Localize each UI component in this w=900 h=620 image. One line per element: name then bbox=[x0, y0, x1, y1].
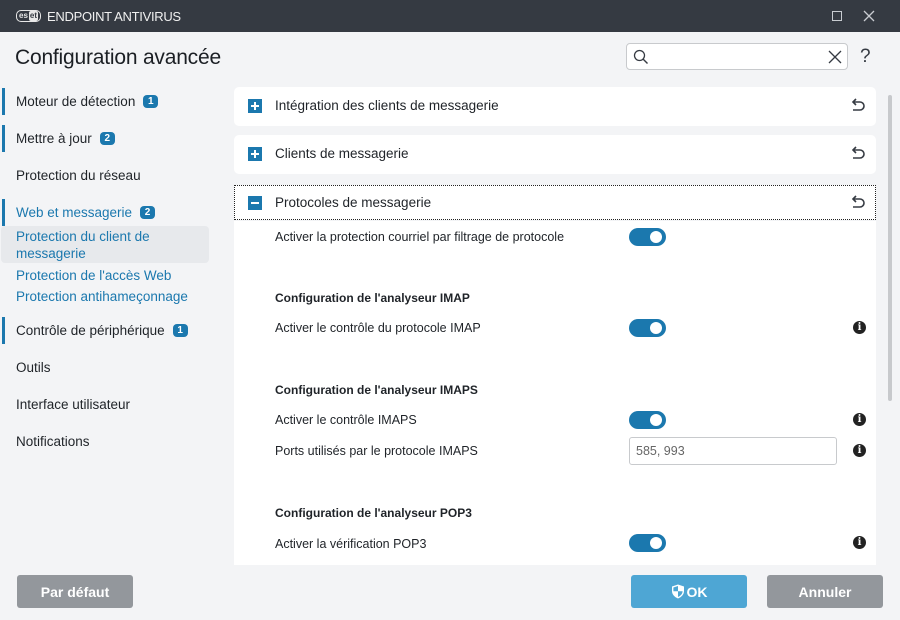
expand-icon bbox=[248, 99, 262, 113]
sidebar-item-network-protection[interactable]: Protection du réseau bbox=[0, 162, 215, 189]
info-icon[interactable]: i bbox=[853, 321, 866, 334]
default-button-label: Par défaut bbox=[40, 583, 110, 600]
email-protocols-panel: Activer la protection courriel par filtr… bbox=[234, 221, 876, 565]
section-label: Protocoles de messagerie bbox=[275, 195, 432, 210]
sidebar-item-detection-engine[interactable]: Moteur de détection 1 bbox=[0, 88, 215, 115]
sidebar-item-label: Contrôle de périphérique bbox=[16, 323, 165, 338]
shield-icon bbox=[671, 584, 684, 599]
sidebar-item-tools[interactable]: Outils bbox=[0, 354, 215, 381]
sidebar-item-label: Web et messagerie bbox=[16, 205, 133, 220]
setting-label: Activer le contrôle du protocole IMAP bbox=[275, 321, 481, 335]
sidebar-item-label: Protection du réseau bbox=[16, 168, 141, 183]
sidebar-item-label: Moteur de détection bbox=[16, 94, 136, 109]
close-icon bbox=[863, 10, 875, 22]
sidebar-item-notifications[interactable]: Notifications bbox=[0, 428, 215, 455]
imaps-ports-input[interactable] bbox=[629, 437, 837, 465]
ok-button-label: OK bbox=[686, 583, 708, 600]
help-button[interactable]: ? bbox=[860, 46, 871, 68]
vertical-scrollbar[interactable] bbox=[888, 95, 892, 401]
revert-icon[interactable] bbox=[850, 195, 866, 211]
sidebar-item-user-interface[interactable]: Interface utilisateur bbox=[0, 391, 215, 418]
enable-imap-toggle[interactable] bbox=[629, 319, 666, 337]
revert-icon[interactable] bbox=[850, 98, 866, 114]
settings-content: Intégration des clients de messagerie Cl… bbox=[234, 87, 876, 565]
sidebar-item-label: Outils bbox=[16, 360, 51, 375]
sidebar-item-web-and-email[interactable]: Web et messagerie 2 bbox=[0, 199, 215, 226]
sidebar-subitem-antiphishing[interactable]: Protection antihameçonnage bbox=[0, 288, 215, 305]
search-icon bbox=[633, 49, 648, 64]
sidebar-item-label: Notifications bbox=[16, 434, 90, 449]
badge: 2 bbox=[140, 206, 156, 219]
eset-logo-mark: es et bbox=[16, 10, 42, 22]
default-button[interactable]: Par défaut bbox=[17, 575, 133, 608]
info-icon[interactable]: i bbox=[853, 536, 866, 549]
setting-label: Activer la protection courriel par filtr… bbox=[275, 230, 565, 244]
sidebar-subitem-web-access-protection[interactable]: Protection de l'accès Web bbox=[0, 267, 215, 284]
close-window-button[interactable] bbox=[852, 0, 886, 32]
page-title: Configuration avancée bbox=[15, 46, 221, 69]
section-email-protocols[interactable]: Protocoles de messagerie bbox=[234, 185, 876, 220]
ok-button[interactable]: OK bbox=[631, 575, 747, 608]
search-box[interactable] bbox=[626, 43, 848, 70]
badge: 1 bbox=[143, 95, 159, 108]
sidebar-item-label: Mettre à jour bbox=[16, 131, 92, 146]
section-email-clients[interactable]: Clients de messagerie bbox=[234, 135, 876, 174]
title-bar: es et ENDPOINT ANTIVIRUS bbox=[0, 0, 900, 32]
eset-logo: es et bbox=[16, 10, 42, 22]
cancel-button-label: Annuler bbox=[798, 583, 852, 600]
sidebar-item-update[interactable]: Mettre à jour 2 bbox=[0, 125, 215, 152]
maximize-button[interactable] bbox=[820, 0, 854, 32]
imaps-group-title: Configuration de l'analyseur IMAPS bbox=[275, 383, 478, 397]
maximize-icon bbox=[832, 11, 842, 21]
info-icon[interactable]: i bbox=[853, 413, 866, 426]
enable-pop3-toggle[interactable] bbox=[629, 534, 666, 552]
sidebar-subitem-email-client-protection[interactable]: Protection du client de messagerie bbox=[1, 226, 209, 263]
sidebar-item-label: Interface utilisateur bbox=[16, 397, 131, 412]
cancel-button[interactable]: Annuler bbox=[767, 575, 883, 608]
enable-protocol-filtering-toggle[interactable] bbox=[629, 228, 666, 246]
collapse-icon bbox=[248, 196, 262, 210]
section-label: Clients de messagerie bbox=[275, 146, 409, 161]
clear-search-icon[interactable] bbox=[827, 49, 843, 65]
enable-imaps-toggle[interactable] bbox=[629, 411, 666, 429]
badge: 2 bbox=[99, 132, 115, 145]
expand-icon bbox=[248, 147, 262, 161]
info-icon[interactable]: i bbox=[853, 444, 866, 457]
section-email-client-integration[interactable]: Intégration des clients de messagerie bbox=[234, 87, 876, 126]
search-input[interactable] bbox=[653, 46, 823, 67]
app-title: ENDPOINT ANTIVIRUS bbox=[47, 8, 181, 24]
imap-group-title: Configuration de l'analyseur IMAP bbox=[275, 291, 470, 305]
sidebar: Moteur de détection 1 Mettre à jour 2 Prot… bbox=[0, 84, 215, 455]
setting-label: Activer la vérification POP3 bbox=[275, 537, 427, 551]
badge: 1 bbox=[172, 324, 188, 337]
setting-label: Activer le contrôle IMAPS bbox=[275, 413, 417, 427]
sidebar-item-device-control[interactable]: Contrôle de périphérique 1 bbox=[0, 317, 215, 344]
setting-label: Ports utilisés par le protocole IMAPS bbox=[275, 444, 478, 458]
section-label: Intégration des clients de messagerie bbox=[275, 98, 499, 113]
pop3-group-title: Configuration de l'analyseur POP3 bbox=[275, 506, 472, 520]
revert-icon[interactable] bbox=[850, 146, 866, 162]
